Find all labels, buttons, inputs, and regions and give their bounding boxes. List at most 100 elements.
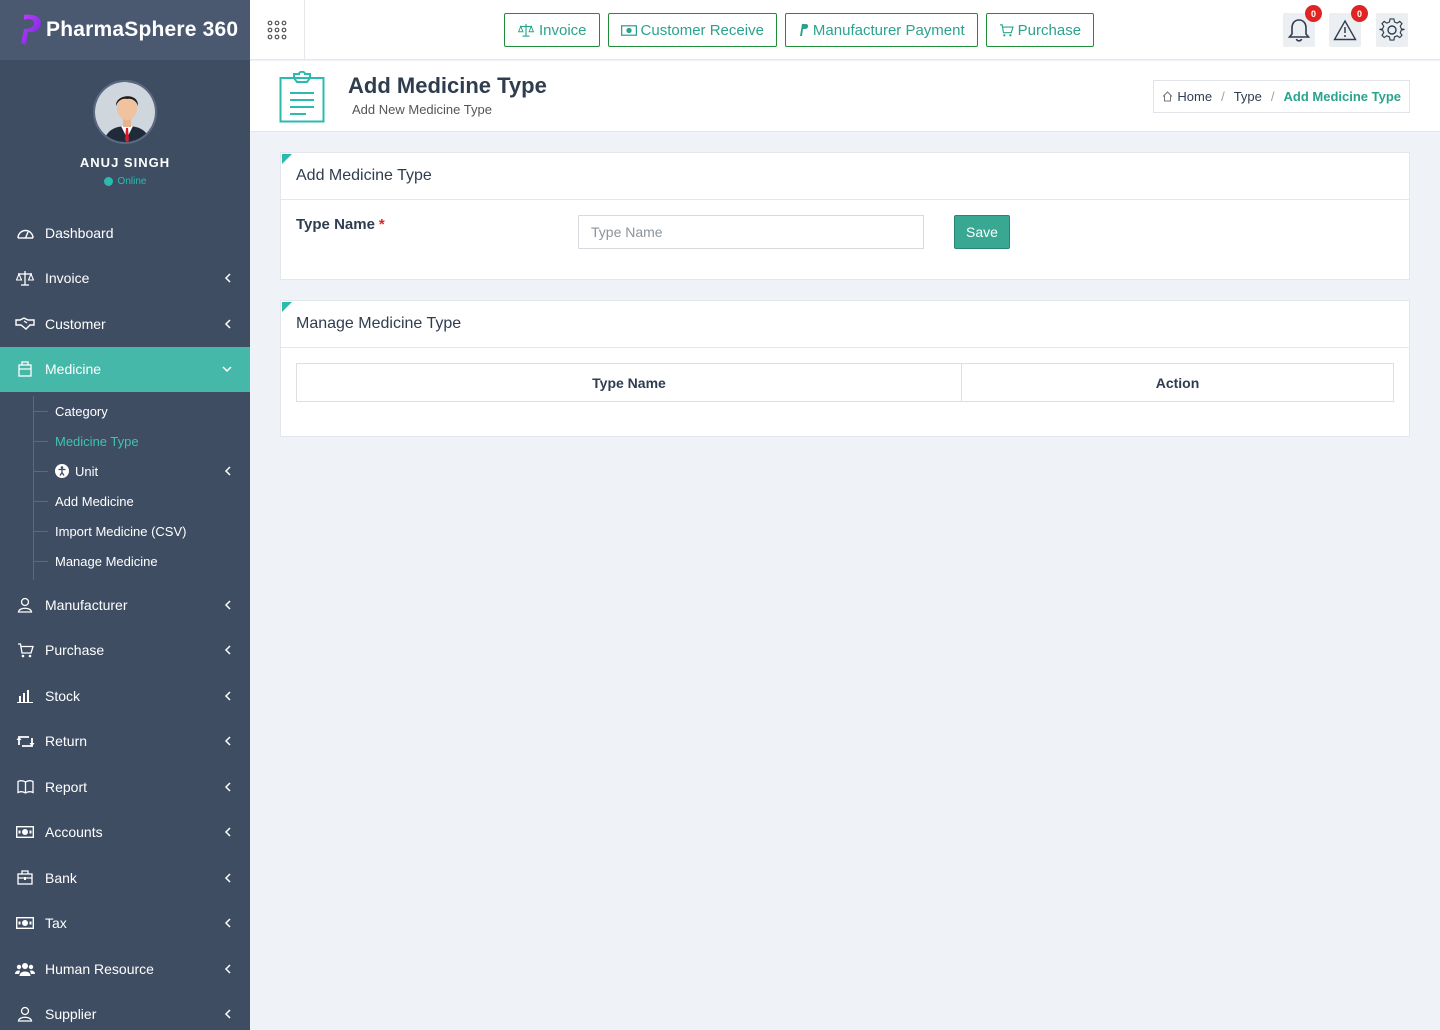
sidebar-item-label: Manufacturer <box>45 596 128 613</box>
quick-purchase-button[interactable]: Purchase <box>985 13 1095 47</box>
sidebar-item-customer[interactable]: Customer <box>0 301 250 347</box>
submenu-item-label: Add Medicine <box>55 493 134 509</box>
submenu-item-import-medicine[interactable]: Import Medicine (CSV) <box>0 516 250 546</box>
quick-invoice-label: Invoice <box>539 21 587 39</box>
sidebar-item-bank[interactable]: Bank <box>0 855 250 901</box>
user-icon <box>15 597 35 613</box>
type-name-input[interactable] <box>578 215 924 249</box>
breadcrumb-type[interactable]: Type <box>1234 89 1262 104</box>
add-medicine-type-panel: Add Medicine Type Type Name* Save <box>280 152 1410 280</box>
sidebar-item-medicine[interactable]: Medicine <box>0 346 250 392</box>
column-header-type-name[interactable]: Type Name <box>296 363 962 402</box>
sidebar-item-purchase[interactable]: Purchase <box>0 628 250 674</box>
chevron-left-icon <box>224 600 231 610</box>
chevron-left-icon <box>224 918 231 928</box>
chevron-left-icon <box>224 964 231 974</box>
sidebar-item-label: Return <box>45 733 88 750</box>
submenu-item-label: Medicine Type <box>55 433 139 449</box>
sidebar-item-accounts[interactable]: Accounts <box>0 810 250 856</box>
handshake-icon <box>15 316 35 332</box>
sidebar-item-supplier[interactable]: Supplier <box>0 992 250 1030</box>
quick-purchase-label: Purchase <box>1017 21 1082 39</box>
column-header-action[interactable]: Action <box>961 363 1394 402</box>
sidebar: PharmaSphere 360 ANUJ SINGH Online Dashb… <box>0 0 250 1030</box>
balance-icon <box>15 270 35 286</box>
balance-icon <box>517 23 535 37</box>
submenu-item-label: Category <box>55 403 108 419</box>
breadcrumb-separator: / <box>1221 89 1225 104</box>
sidebar-item-label: Invoice <box>45 270 90 287</box>
sidebar-item-label: Medicine <box>45 361 102 378</box>
chevron-left-icon <box>224 319 231 329</box>
submenu-item-unit[interactable]: Unit <box>0 456 250 486</box>
panel-title: Manage Medicine Type <box>281 301 1409 348</box>
avatar-image <box>95 82 155 142</box>
sidebar-item-dashboard[interactable]: Dashboard <box>0 210 250 256</box>
quick-manufacturer-payment-label: Manufacturer Payment <box>812 21 965 39</box>
sidebar-item-return[interactable]: Return <box>0 719 250 765</box>
money-icon <box>620 24 637 36</box>
dashboard-icon <box>15 225 35 241</box>
submenu-item-manage-medicine[interactable]: Manage Medicine <box>0 546 250 576</box>
page-title: Add Medicine Type <box>348 73 547 98</box>
sidebar-item-label: Tax <box>45 915 67 932</box>
sidebar-item-tax[interactable]: Tax <box>0 901 250 947</box>
sidebar-item-label: Supplier <box>45 1006 97 1023</box>
sidebar-item-manufacturer[interactable]: Manufacturer <box>0 582 250 628</box>
type-name-label-text: Type Name <box>296 216 375 233</box>
sidebar-item-stock[interactable]: Stock <box>0 673 250 719</box>
quick-customer-receive-label: Customer Receive <box>640 21 764 39</box>
bar-chart-icon <box>15 688 35 704</box>
paypal-icon <box>799 24 809 36</box>
breadcrumb-home[interactable]: Home <box>1177 89 1212 104</box>
submenu-item-category[interactable]: Category <box>0 396 250 426</box>
medicine-type-table: Type Name Action <box>296 363 1394 402</box>
alerts-badge: 0 <box>1351 5 1368 22</box>
sidebar-item-invoice[interactable]: Invoice <box>0 256 250 302</box>
save-button[interactable]: Save <box>954 215 1010 249</box>
quick-manufacturer-payment-button[interactable]: Manufacturer Payment <box>784 13 978 47</box>
submenu-item-label: Manage Medicine <box>55 553 158 569</box>
manage-medicine-type-panel: Manage Medicine Type Type Name Action <box>280 300 1410 437</box>
sidebar-item-label: Accounts <box>45 824 103 841</box>
quick-customer-receive-button[interactable]: Customer Receive <box>607 13 777 47</box>
sidebar-item-label: Dashboard <box>45 224 114 241</box>
app-grid-button[interactable] <box>250 0 305 60</box>
submenu-item-medicine-type[interactable]: Medicine Type <box>0 426 250 456</box>
table-header-row: Type Name Action <box>296 363 1394 402</box>
sidebar-item-label: Report <box>45 778 88 795</box>
settings-button[interactable] <box>1376 13 1408 47</box>
sidebar-item-label: Customer <box>45 315 106 332</box>
page-subtitle: Add New Medicine Type <box>352 102 492 117</box>
page-header: Add Medicine Type Add New Medicine Type … <box>250 61 1440 132</box>
clipboard-icon <box>279 71 325 123</box>
money-icon <box>15 915 35 931</box>
notifications-badge: 0 <box>1305 5 1322 22</box>
sidebar-item-human-resource[interactable]: Human Resource <box>0 946 250 992</box>
brand-name: PharmaSphere 360 <box>46 18 239 41</box>
user-name: ANUJ SINGH <box>79 155 171 170</box>
book-icon <box>15 779 35 795</box>
topbar: Invoice Customer Receive Manufacturer Pa… <box>250 0 1440 60</box>
brand[interactable]: PharmaSphere 360 <box>0 0 250 60</box>
chevron-left-icon <box>224 273 231 283</box>
submenu-item-add-medicine[interactable]: Add Medicine <box>0 486 250 516</box>
type-name-label: Type Name * <box>296 216 385 233</box>
panel-title: Add Medicine Type <box>281 153 1409 200</box>
type-name-row: Type Name* Save <box>281 200 1409 279</box>
bank-icon <box>15 870 35 886</box>
quick-invoice-button[interactable]: Invoice <box>504 13 600 47</box>
sidebar-item-report[interactable]: Report <box>0 764 250 810</box>
grid-icon <box>267 20 287 40</box>
notifications-button[interactable]: 0 <box>1283 5 1322 47</box>
alerts-button[interactable]: 0 <box>1329 5 1368 47</box>
sidebar-nav-rest: Manufacturer Purchase Stock Return Repor… <box>0 582 250 1030</box>
sidebar-nav: Dashboard Invoice Customer Medicine <box>0 210 250 392</box>
chevron-left-icon <box>224 782 231 792</box>
submenu-item-label: Import Medicine (CSV) <box>55 523 187 539</box>
online-dot-icon <box>103 177 113 186</box>
avatar[interactable] <box>93 80 157 144</box>
users-icon <box>15 961 35 977</box>
quick-actions: Invoice Customer Receive Manufacturer Pa… <box>504 13 1095 47</box>
chevron-down-icon <box>222 366 232 373</box>
